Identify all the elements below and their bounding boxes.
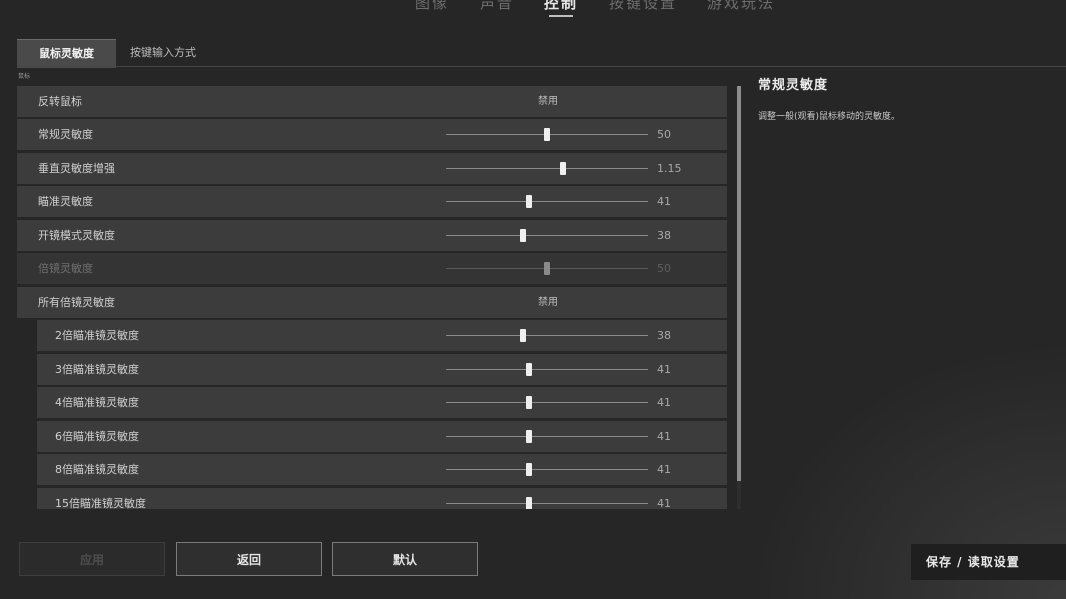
tab-sound[interactable]: 声音 xyxy=(480,0,514,13)
slider-value: 41 xyxy=(657,463,671,476)
setting-row-general-sensitivity[interactable]: 常规灵敏度 50 xyxy=(17,119,727,150)
sensitivity-slider[interactable] xyxy=(446,320,648,351)
sensitivity-slider-disabled xyxy=(446,253,648,284)
sensitivity-slider[interactable] xyxy=(446,488,648,509)
slider-track[interactable] xyxy=(446,201,648,202)
slider-knob[interactable] xyxy=(519,329,526,342)
setting-row-all-scopes-sensitivity[interactable]: 所有倍镜灵敏度 禁用 xyxy=(17,287,727,318)
description-text: 调整一般(观看)鼠标移动的灵敏度。 xyxy=(758,112,901,122)
slider-value: 38 xyxy=(657,229,671,242)
sensitivity-slider[interactable] xyxy=(446,421,648,452)
setting-row-invert-mouse[interactable]: 反转鼠标 禁用 xyxy=(17,86,727,117)
setting-label: 瞄准灵敏度 xyxy=(38,195,93,208)
setting-row-vertical-sensitivity[interactable]: 垂直灵敏度增强 1.15 xyxy=(17,153,727,184)
setting-label: 所有倍镜灵敏度 xyxy=(38,296,115,309)
slider-knob[interactable] xyxy=(525,463,532,476)
setting-label: 常规灵敏度 xyxy=(38,128,93,141)
toggle-value[interactable]: 禁用 xyxy=(538,86,558,117)
settings-list: 反转鼠标 禁用 常规灵敏度 50 垂直灵敏度增强 1.15 瞄准灵敏度 41 开… xyxy=(17,86,727,509)
slider-knob[interactable] xyxy=(525,195,532,208)
slider-track[interactable] xyxy=(446,503,648,504)
default-button[interactable]: 默认 xyxy=(332,542,478,576)
setting-label: 8倍瞄准镜灵敏度 xyxy=(55,463,139,476)
tab-graphics[interactable]: 图像 xyxy=(415,0,449,13)
slider-value: 50 xyxy=(657,128,671,141)
toggle-value[interactable]: 禁用 xyxy=(538,287,558,318)
sensitivity-slider[interactable] xyxy=(446,186,648,217)
slider-track[interactable] xyxy=(446,436,648,437)
scrollbar-thumb[interactable] xyxy=(737,86,741,481)
subtab-key-input-method[interactable]: 按键输入方式 xyxy=(108,39,218,67)
setting-row-15x-scope[interactable]: 15倍瞄准镜灵敏度 41 xyxy=(37,488,727,509)
slider-knob xyxy=(544,262,550,275)
tab-control-label: 控制 xyxy=(544,0,579,12)
sensitivity-slider[interactable] xyxy=(446,153,648,184)
sensitivity-slider[interactable] xyxy=(446,454,648,485)
setting-row-ads-sensitivity[interactable]: 开镜模式灵敏度 38 xyxy=(17,220,727,251)
slider-knob[interactable] xyxy=(525,396,532,409)
setting-label: 倍镜灵敏度 xyxy=(38,262,93,275)
slider-value: 50 xyxy=(657,262,671,275)
list-scrollbar[interactable] xyxy=(737,86,741,509)
slider-track[interactable] xyxy=(446,168,648,169)
setting-label: 垂直灵敏度增强 xyxy=(38,162,115,175)
setting-label: 3倍瞄准镜灵敏度 xyxy=(55,363,139,376)
setting-row-4x-scope[interactable]: 4倍瞄准镜灵敏度 41 xyxy=(37,387,727,418)
tab-key-settings[interactable]: 按键设置 xyxy=(609,0,677,13)
sensitivity-slider[interactable] xyxy=(446,119,648,150)
description-title: 常规灵敏度 xyxy=(758,78,829,93)
slider-value: 41 xyxy=(657,497,671,509)
setting-row-2x-scope[interactable]: 2倍瞄准镜灵敏度 38 xyxy=(37,320,727,351)
slider-knob[interactable] xyxy=(525,497,532,509)
setting-label: 开镜模式灵敏度 xyxy=(38,229,115,242)
slider-knob[interactable] xyxy=(525,430,532,443)
subtab-mouse-sensitivity[interactable]: 鼠标灵敏度 xyxy=(17,39,116,68)
setting-label: 4倍瞄准镜灵敏度 xyxy=(55,396,139,409)
slider-value: 1.15 xyxy=(657,162,682,175)
setting-row-aim-sensitivity[interactable]: 瞄准灵敏度 41 xyxy=(17,186,727,217)
setting-label: 6倍瞄准镜灵敏度 xyxy=(55,430,139,443)
slider-track[interactable] xyxy=(446,369,648,370)
slider-value: 41 xyxy=(657,430,671,443)
setting-row-3x-scope[interactable]: 3倍瞄准镜灵敏度 41 xyxy=(37,354,727,385)
slider-track[interactable] xyxy=(446,402,648,403)
apply-button[interactable]: 应用 xyxy=(19,542,165,576)
slider-track[interactable] xyxy=(446,335,648,336)
tab-gameplay[interactable]: 游戏玩法 xyxy=(707,0,775,13)
section-label: 鼠标 xyxy=(18,73,31,80)
setting-label: 2倍瞄准镜灵敏度 xyxy=(55,329,139,342)
setting-row-8x-scope[interactable]: 8倍瞄准镜灵敏度 41 xyxy=(37,454,727,485)
slider-value: 38 xyxy=(657,329,671,342)
setting-label: 反转鼠标 xyxy=(38,95,82,108)
top-navigation: 图像 声音 控制 按键设置 游戏玩法 xyxy=(0,0,1066,24)
save-load-settings-button[interactable]: 保存 / 读取设置 xyxy=(911,544,1066,580)
setting-label: 15倍瞄准镜灵敏度 xyxy=(55,497,146,509)
slider-knob[interactable] xyxy=(519,229,526,242)
slider-value: 41 xyxy=(657,195,671,208)
slider-track[interactable] xyxy=(446,469,648,470)
setting-row-scope-sensitivity: 倍镜灵敏度 50 xyxy=(17,253,727,284)
setting-row-6x-scope[interactable]: 6倍瞄准镜灵敏度 41 xyxy=(37,421,727,452)
sensitivity-slider[interactable] xyxy=(446,354,648,385)
slider-track[interactable] xyxy=(446,235,648,236)
back-button[interactable]: 返回 xyxy=(176,542,322,576)
slider-knob[interactable] xyxy=(544,128,550,141)
active-tab-indicator xyxy=(549,15,573,17)
slider-value: 41 xyxy=(657,363,671,376)
slider-knob[interactable] xyxy=(525,363,532,376)
slider-knob[interactable] xyxy=(560,162,567,175)
subtab-divider xyxy=(17,66,1066,67)
sensitivity-slider[interactable] xyxy=(446,387,648,418)
sensitivity-slider[interactable] xyxy=(446,220,648,251)
slider-value: 41 xyxy=(657,396,671,409)
tab-control[interactable]: 控制 xyxy=(544,0,579,17)
